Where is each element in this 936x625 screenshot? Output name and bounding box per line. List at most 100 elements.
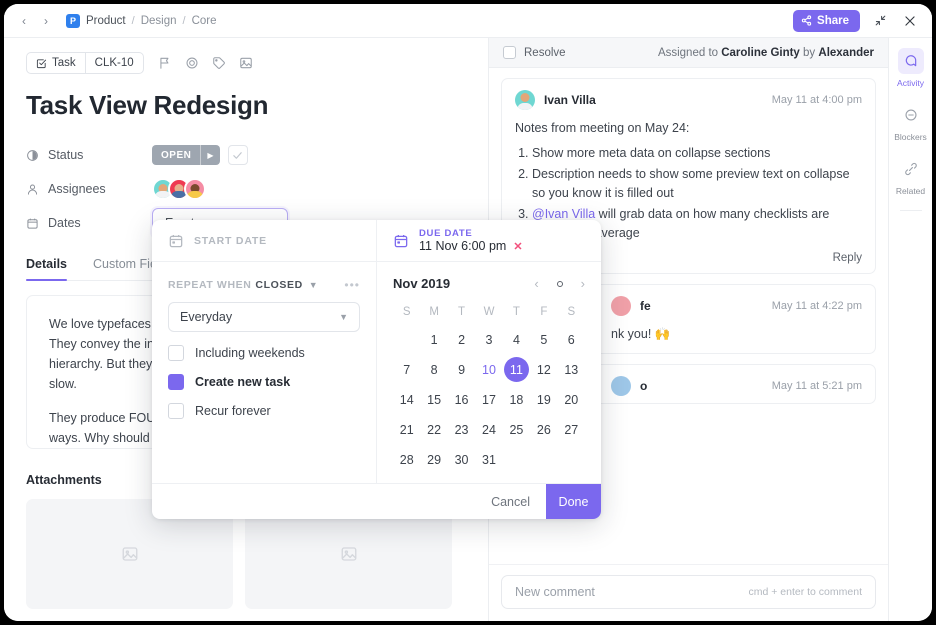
status-badge[interactable]: OPEN ▶ (152, 145, 220, 165)
target-icon[interactable] (185, 56, 199, 70)
calendar-day[interactable]: 20 (558, 386, 585, 413)
tab-details[interactable]: Details (26, 257, 67, 281)
assignee-avatars[interactable] (152, 178, 206, 200)
done-button[interactable]: Done (546, 484, 601, 519)
app-window: ‹ › P Product / Design / Core Share Task… (4, 4, 932, 621)
calendar-day[interactable]: 22 (420, 416, 447, 443)
mention-link[interactable]: @Ivan Villa (532, 207, 595, 221)
collapse-icon[interactable] (870, 11, 890, 31)
breadcrumb-item-core[interactable]: Core (192, 15, 217, 27)
calendar-day[interactable]: 26 (530, 416, 557, 443)
dates-label: Dates (48, 216, 81, 230)
status-dropdown-icon[interactable]: ▶ (200, 145, 219, 165)
option-label: Recur forever (195, 404, 271, 418)
resolve-checkbox[interactable] (503, 46, 516, 59)
avatar[interactable] (611, 296, 631, 316)
page-title: Task View Redesign (26, 90, 269, 120)
calendar-day[interactable]: 28 (393, 446, 420, 473)
calendar-day[interactable]: 7 (393, 356, 420, 383)
calendar-next-button[interactable]: › (581, 276, 585, 291)
frequency-select[interactable]: Everyday ▼ (168, 302, 360, 332)
status-complete-button[interactable] (227, 145, 248, 165)
image-placeholder-icon (122, 547, 137, 561)
reply-link[interactable]: Reply (833, 252, 862, 264)
cancel-button[interactable]: Cancel (475, 484, 546, 519)
calendar-icon (26, 217, 39, 230)
calendar-day[interactable]: 31 (475, 446, 502, 473)
calendar-day[interactable]: 9 (448, 356, 475, 383)
clear-due-date-icon[interactable]: ✕ (513, 240, 522, 253)
calendar-day[interactable]: 18 (503, 386, 530, 413)
task-chip-row: Task CLK-10 (26, 52, 466, 74)
calendar-day[interactable]: 25 (503, 416, 530, 443)
calendar-day[interactable]: 6 (558, 326, 585, 353)
tag-icon[interactable] (212, 56, 226, 70)
due-date-value-row: 11 Nov 6:00 pm ✕ (419, 239, 523, 253)
calendar-day[interactable]: 1 (420, 326, 447, 353)
calendar-day[interactable]: 16 (448, 386, 475, 413)
avatar[interactable] (611, 376, 631, 396)
comment-intro: Notes from meeting on May 24: (515, 121, 690, 135)
task-id-chip[interactable]: CLK-10 (84, 53, 143, 73)
checkbox[interactable] (168, 374, 184, 390)
breadcrumb-item-product[interactable]: Product (86, 15, 126, 27)
task-type-label: Task (52, 57, 76, 69)
calendar-day[interactable]: 13 (558, 356, 585, 383)
calendar-day[interactable]: 27 (558, 416, 585, 443)
new-comment-input[interactable]: New comment cmd + enter to comment (501, 575, 876, 609)
calendar-day[interactable]: 15 (420, 386, 447, 413)
rail-item-related[interactable]: Related (889, 156, 932, 196)
task-type-chip[interactable]: Task (27, 53, 85, 73)
calendar-day[interactable]: 11 (503, 356, 530, 383)
checkbox[interactable] (168, 345, 184, 361)
task-id-label: CLK-10 (94, 57, 134, 69)
calendar-day[interactable]: 24 (475, 416, 502, 443)
calendar-day[interactable]: 23 (448, 416, 475, 443)
more-options-icon[interactable]: ••• (344, 278, 360, 292)
calendar-day[interactable]: 12 (530, 356, 557, 383)
calendar-day[interactable]: 5 (530, 326, 557, 353)
breadcrumb-item-design[interactable]: Design (141, 15, 177, 27)
repeat-mode[interactable]: CLOSED (255, 279, 302, 291)
share-button[interactable]: Share (793, 9, 860, 32)
calendar-dow: M (429, 306, 439, 318)
footer-spacer (152, 484, 475, 519)
nav-arrows: ‹ › (14, 11, 56, 31)
calendar-day[interactable]: 19 (530, 386, 557, 413)
calendar-prev-button[interactable]: ‹ (534, 276, 538, 291)
option-recur-forever[interactable]: Recur forever (168, 403, 360, 419)
forward-button[interactable]: › (36, 11, 56, 31)
breadcrumb-separator: / (182, 14, 186, 27)
rail-item-blockers[interactable]: Blockers (889, 102, 932, 142)
calendar-day[interactable]: 29 (420, 446, 447, 473)
rail-item-activity[interactable]: Activity (889, 48, 932, 88)
calendar-day[interactable]: 14 (393, 386, 420, 413)
checkbox[interactable] (168, 403, 184, 419)
tab-custom-fields[interactable]: Custom Fie (93, 257, 157, 280)
calendar-day[interactable]: 17 (475, 386, 502, 413)
due-date-field[interactable]: DUE DATE 11 Nov 6:00 pm ✕ (376, 220, 601, 261)
calendar-day[interactable]: 8 (420, 356, 447, 383)
image-icon[interactable] (239, 56, 253, 70)
chevron-down-icon[interactable]: ▼ (309, 280, 318, 290)
close-icon[interactable] (900, 11, 920, 31)
flag-icon[interactable] (158, 56, 172, 70)
start-date-field[interactable]: START DATE (152, 220, 376, 261)
calendar-day[interactable]: 10 (475, 356, 502, 383)
option-create-new-task[interactable]: Create new task (168, 374, 360, 390)
calendar-day[interactable]: 3 (475, 326, 502, 353)
workspace-logo[interactable]: P (66, 13, 80, 28)
calendar-day[interactable]: 2 (448, 326, 475, 353)
calendar-day[interactable]: 30 (448, 446, 475, 473)
breadcrumb-separator: / (131, 14, 135, 27)
option-including-weekends[interactable]: Including weekends (168, 345, 360, 361)
avatar[interactable] (184, 178, 206, 200)
back-button[interactable]: ‹ (14, 11, 34, 31)
calendar-day[interactable]: 4 (503, 326, 530, 353)
calendar-day[interactable]: 21 (393, 416, 420, 443)
field-assignees: Assignees (26, 173, 466, 205)
task-meta-icons (158, 56, 253, 70)
calendar-today-button[interactable] (556, 280, 563, 287)
calendar-dow: F (540, 306, 548, 318)
avatar[interactable] (515, 90, 535, 110)
